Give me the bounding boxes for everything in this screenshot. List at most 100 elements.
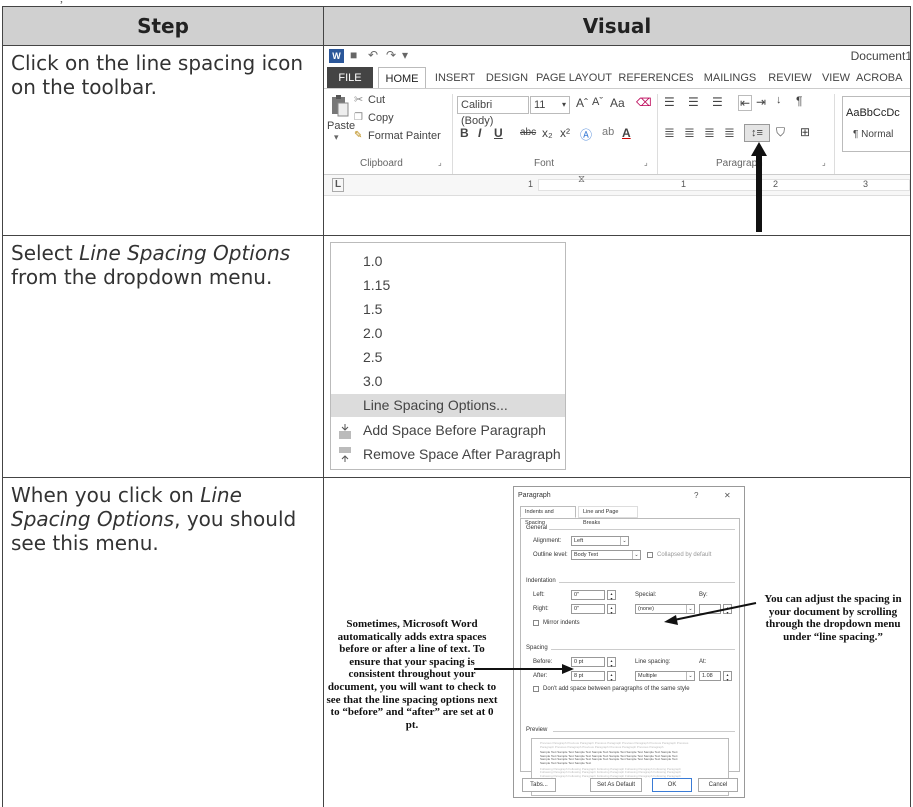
menu-item-2-5[interactable]: 2.5 [331, 346, 565, 369]
paste-dropdown-icon[interactable]: ▾ [334, 132, 339, 143]
at-input[interactable]: 1.08 [699, 671, 721, 681]
font-color-icon[interactable]: A [622, 126, 631, 140]
tab-view[interactable]: VIEW [818, 67, 854, 89]
text-effects-icon[interactable]: Ⓐ [580, 126, 592, 143]
right-indent-input[interactable]: 0" [571, 604, 605, 614]
menu-item-remove-space-after[interactable]: Remove Space After Paragraph [331, 443, 565, 466]
tab-line-page-breaks[interactable]: Line and Page Breaks [578, 506, 638, 526]
multilevel-list-icon[interactable]: ☰ [712, 95, 723, 109]
tab-page-layout[interactable]: PAGE LAYOUT [534, 67, 614, 89]
tab-mailings[interactable]: MAILINGS [698, 67, 762, 89]
superscript-button[interactable]: x² [560, 126, 570, 140]
decrease-indent-icon[interactable]: ⇤ [738, 95, 753, 111]
tab-selector[interactable]: L [332, 178, 345, 192]
at-spinner[interactable]: ▴ ▾ [723, 671, 732, 682]
tabs-button[interactable]: Tabs... [522, 778, 556, 792]
paste-label[interactable]: Paste [327, 120, 355, 132]
tab-references[interactable]: REFERENCES [616, 67, 696, 89]
menu-item-1-5[interactable]: 1.5 [331, 298, 565, 321]
borders-icon[interactable]: ⊞ [800, 125, 810, 139]
clear-formatting-icon[interactable]: ⌫ [636, 96, 652, 109]
menu-item-line-spacing-options[interactable]: Line Spacing Options... [331, 394, 565, 417]
clipboard-launcher-icon[interactable]: ⌟ [438, 158, 442, 167]
bullets-icon[interactable]: ☰ [664, 95, 675, 109]
preview-line: Sample Text Sample Text Sample Text [540, 760, 592, 765]
italic-button[interactable]: I [478, 126, 481, 140]
tab-home[interactable]: HOME [378, 67, 426, 89]
tab-indents-spacing[interactable]: Indents and Spacing [520, 506, 576, 526]
underline-button[interactable]: U [494, 126, 503, 140]
ok-button[interactable]: OK [652, 778, 692, 792]
tab-acrobat[interactable]: ACROBA [856, 67, 910, 89]
increase-indent-icon[interactable]: ⇥ [756, 95, 766, 109]
help-icon[interactable]: ? [694, 491, 698, 500]
cancel-button[interactable]: Cancel [698, 778, 738, 792]
line-spacing-dropdown: 1.0 1.15 1.5 2.0 2.5 3.0 Line Spacing Op… [330, 242, 566, 470]
tab-review[interactable]: REVIEW [764, 67, 816, 89]
menu-item-1-15[interactable]: 1.15 [331, 274, 565, 297]
paste-icon[interactable] [330, 94, 350, 118]
remove-space-after-icon [339, 447, 351, 462]
left-indent-input[interactable]: 0" [571, 590, 605, 600]
format-painter-icon[interactable]: ✎ [354, 130, 362, 141]
paragraph-launcher-icon[interactable]: ⌟ [822, 158, 826, 167]
section-rule [553, 731, 735, 732]
set-as-default-button[interactable]: Set As Default [590, 778, 642, 792]
ruler[interactable]: L 1 ⧖ 1 2 3 [324, 174, 910, 196]
shading-icon[interactable]: ⛉ [776, 125, 785, 140]
menu-item-2-0[interactable]: 2.0 [331, 322, 565, 345]
font-size-dropdown-icon[interactable]: ▾ [562, 97, 566, 113]
left-indent-spinner[interactable]: ▴ ▾ [607, 590, 616, 601]
shrink-font-icon[interactable]: Aˇ [592, 96, 603, 108]
cut-icon[interactable]: ✂ [354, 93, 363, 106]
line-spacing-button[interactable]: ↕≡ [744, 124, 770, 142]
menu-item-1-0[interactable]: 1.0 [331, 250, 565, 273]
before-input[interactable]: 0 pt [571, 657, 605, 667]
change-case-icon[interactable]: Aa [610, 96, 625, 110]
strikethrough-button[interactable]: abc [520, 127, 536, 138]
outline-level-select[interactable]: Body Text ⌄ [571, 550, 641, 560]
bold-button[interactable]: B [460, 126, 469, 140]
close-icon[interactable]: ✕ [724, 491, 731, 500]
font-launcher-icon[interactable]: ⌟ [644, 158, 648, 167]
before-spinner[interactable]: ▴ ▾ [607, 657, 616, 668]
mirror-indents-checkbox[interactable] [533, 620, 539, 626]
font-name-box[interactable]: Calibri (Body) [457, 96, 529, 127]
visual-2: 1.0 1.15 1.5 2.0 2.5 3.0 Line Spacing Op… [323, 235, 911, 478]
justify-icon[interactable]: ≣ [724, 125, 735, 141]
copy-label[interactable]: Copy [368, 112, 394, 124]
indent-marker-icon[interactable]: ⧖ [578, 174, 585, 185]
left-annotation: Sometimes, Microsoft Word automatically … [326, 618, 498, 731]
copy-icon[interactable]: ❐ [354, 112, 363, 123]
save-icon[interactable]: ■ [350, 48, 357, 62]
sort-icon[interactable]: ↓ [776, 94, 782, 106]
numbering-icon[interactable]: ☰ [688, 95, 699, 109]
style-normal-card[interactable]: AaBbCcDc ¶ Normal [842, 96, 910, 152]
align-right-icon[interactable]: ≣ [704, 125, 715, 141]
subscript-button[interactable]: x₂ [542, 126, 553, 140]
format-painter-label[interactable]: Format Painter [368, 130, 441, 142]
cut-label[interactable]: Cut [368, 94, 385, 106]
font-size-box[interactable]: 11 ▾ [530, 96, 570, 114]
pilcrow-icon[interactable]: ¶ [796, 94, 802, 108]
undo-icon[interactable]: ↶ [368, 48, 378, 62]
customize-qat-icon[interactable]: ▾ [402, 48, 408, 62]
align-left-icon[interactable]: ≣ [664, 125, 675, 141]
tab-design[interactable]: DESIGN [482, 67, 532, 89]
menu-item-add-space-before[interactable]: Add Space Before Paragraph [331, 419, 565, 442]
after-spinner[interactable]: ▴ ▾ [607, 671, 616, 682]
redo-icon[interactable]: ↷ [386, 48, 396, 62]
tab-file[interactable]: FILE [327, 67, 373, 89]
tab-insert[interactable]: INSERT [430, 67, 480, 89]
line-spacing-select[interactable]: Multiple ⌄ [635, 671, 695, 681]
menu-item-3-0[interactable]: 3.0 [331, 370, 565, 393]
grow-font-icon[interactable]: Aˆ [576, 96, 588, 110]
alignment-select[interactable]: Left ⌄ [571, 536, 629, 546]
highlight-icon[interactable]: ab [602, 126, 614, 138]
align-center-icon[interactable]: ≣ [684, 125, 695, 141]
style-normal-label: ¶ Normal [853, 129, 894, 140]
after-input[interactable]: 8 pt [571, 671, 605, 681]
collapsed-checkbox[interactable] [647, 552, 653, 558]
right-indent-spinner[interactable]: ▴ ▾ [607, 604, 616, 615]
dont-add-space-checkbox[interactable] [533, 686, 539, 692]
